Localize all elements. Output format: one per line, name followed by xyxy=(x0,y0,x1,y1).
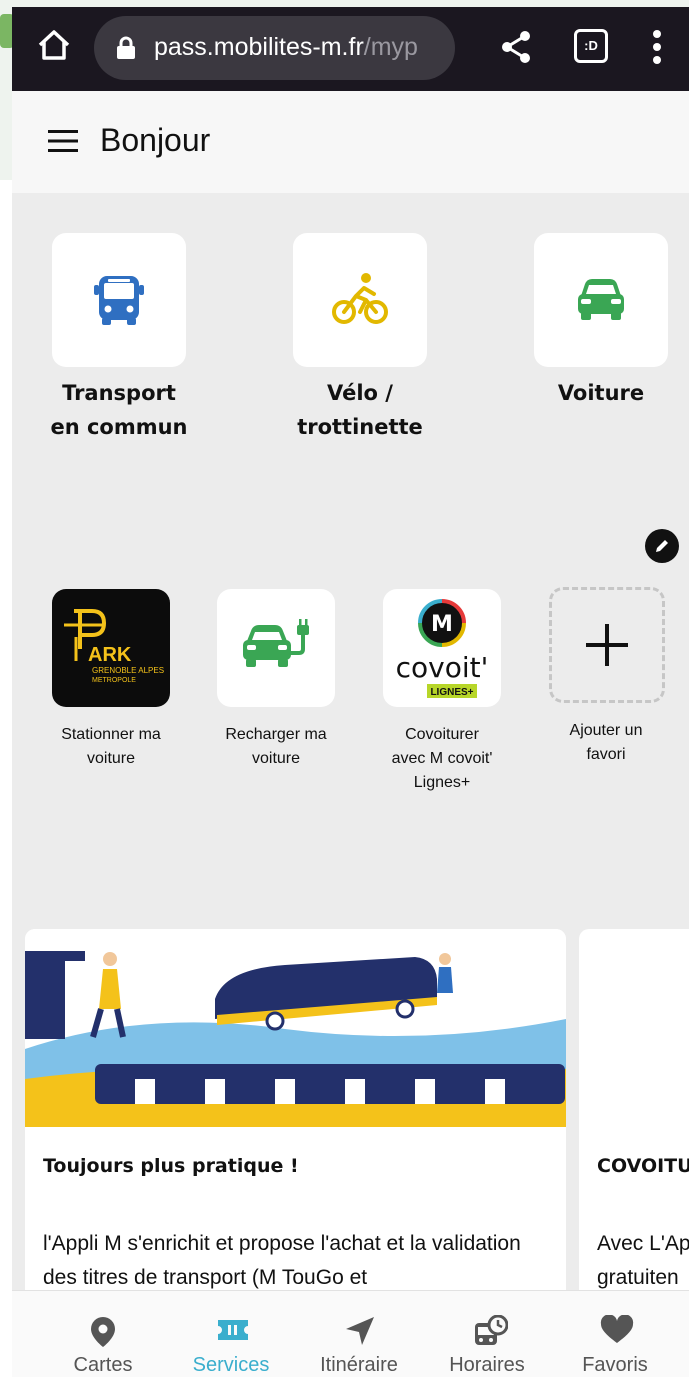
lock-icon xyxy=(117,36,135,59)
park-favorite-tile[interactable]: ARK GRENOBLE ALPES METROPOLE xyxy=(52,589,170,707)
more-vertical-icon[interactable] xyxy=(646,27,668,67)
covoit-favorite-label: Covoiturer avec M covoit' Lignes+ xyxy=(367,723,517,795)
park-logo: ARK GRENOBLE ALPES METROPOLE xyxy=(64,609,164,684)
add-label-line1: Ajouter un xyxy=(569,722,643,739)
ev-charging-icon xyxy=(243,619,309,667)
edit-favorites-button[interactable] xyxy=(645,529,679,563)
browser-toolbar: pass.mobilites-m.fr/myp :D xyxy=(12,7,689,91)
news-card[interactable]: Toujours plus pratique ! l'Appli M s'enr… xyxy=(25,929,566,1290)
park-favorite-label: Stationner ma voiture xyxy=(36,723,186,771)
park-logo-sub1: GRENOBLE ALPES xyxy=(92,666,164,675)
park-logo-sub2: METROPOLE xyxy=(92,677,136,684)
url-text: pass.mobilites-m.fr/myp xyxy=(154,33,454,62)
plus-icon xyxy=(586,624,628,666)
transport-label-line1: Transport xyxy=(62,381,176,405)
bus-icon xyxy=(94,276,144,325)
nav-label: Horaires xyxy=(449,1354,525,1376)
park-label-line2: voiture xyxy=(86,750,136,767)
transport-tile[interactable] xyxy=(52,233,186,367)
add-label-line2: favori xyxy=(586,746,626,763)
covoit-favorite-tile[interactable]: M covoit' LIGNES+ xyxy=(383,589,501,707)
nav-label: Itinéraire xyxy=(320,1354,398,1376)
covoit-logo-word: covoit' xyxy=(396,651,489,684)
url-path: /myp xyxy=(363,33,418,61)
tab-switcher-button[interactable]: :D xyxy=(574,29,608,63)
address-bar[interactable]: pass.mobilites-m.fr/myp xyxy=(94,16,455,80)
nav-label: Cartes xyxy=(73,1354,133,1376)
bike-label-line2: trottinette xyxy=(297,415,423,439)
navigation-arrow-icon xyxy=(346,1317,374,1345)
covoit-label-line1: Covoiturer xyxy=(405,726,479,743)
news-body: l'Appli M s'enrichit et propose l'achat … xyxy=(43,1232,521,1289)
car-label: Voiture xyxy=(511,376,689,410)
car-tile[interactable] xyxy=(534,233,668,367)
nav-label: Services xyxy=(192,1354,270,1376)
bike-label: Vélo / trottinette xyxy=(270,376,450,444)
app-header: Bonjour xyxy=(12,91,689,193)
bus-clock-icon xyxy=(475,1315,508,1345)
covoit-logo: M covoit' LIGNES+ xyxy=(396,599,489,698)
url-host: pass.mobilites-m.fr xyxy=(154,33,364,61)
page-title: Bonjour xyxy=(100,122,211,158)
services-content: Transport en commun Vélo / trottinette V… xyxy=(12,193,689,1290)
news-title: Toujours plus pratique ! xyxy=(43,1155,299,1177)
covoit-logo-tag: LIGNES+ xyxy=(430,687,473,698)
car-label-line1: Voiture xyxy=(557,381,645,405)
pencil-icon xyxy=(656,540,668,552)
bike-tile[interactable] xyxy=(293,233,427,367)
nav-itineraire[interactable]: Itinéraire xyxy=(295,1291,423,1377)
transport-label: Transport en commun xyxy=(29,376,209,444)
map-pin-icon xyxy=(91,1317,115,1347)
add-favorite-button[interactable] xyxy=(549,587,665,703)
nav-label: Favoris xyxy=(582,1354,648,1376)
heart-icon xyxy=(600,1315,634,1343)
news-title: COVOITU xyxy=(597,1155,689,1177)
covoit-label-line3: Lignes+ xyxy=(413,774,471,791)
news-body: Avec L'Ap gratuiten xyxy=(597,1232,689,1289)
nav-horaires[interactable]: Horaires xyxy=(423,1291,551,1377)
add-favorite-label: Ajouter un favori xyxy=(531,719,681,767)
share-icon[interactable] xyxy=(496,27,536,67)
nav-cartes[interactable]: Cartes xyxy=(39,1291,167,1377)
covoit-logo-m: M xyxy=(431,612,453,637)
nav-services[interactable]: Services xyxy=(167,1291,295,1377)
charge-favorite-tile[interactable] xyxy=(217,589,335,707)
transport-label-line2: en commun xyxy=(50,415,188,439)
park-label-line1: Stationner ma xyxy=(61,726,161,743)
car-icon xyxy=(578,279,624,320)
charge-favorite-label: Recharger ma voiture xyxy=(201,723,351,771)
bike-label-line1: Vélo / xyxy=(327,381,393,405)
park-logo-text: ARK xyxy=(88,644,132,666)
charge-label-line1: Recharger ma xyxy=(225,726,327,743)
hamburger-menu-icon[interactable] xyxy=(48,129,78,153)
covoit-label-line2: avec M covoit' xyxy=(391,750,493,767)
ticket-icon xyxy=(218,1320,248,1340)
bike-icon xyxy=(332,273,388,324)
nav-favoris[interactable]: Favoris xyxy=(551,1291,679,1377)
charge-label-line2: voiture xyxy=(251,750,301,767)
bottom-navigation: Cartes Services Itinéraire Horaires Favo… xyxy=(12,1290,689,1377)
home-icon[interactable] xyxy=(34,25,74,65)
news-illustration xyxy=(25,929,566,1127)
news-card[interactable]: COVOITU Avec L'Ap gratuiten xyxy=(579,929,689,1290)
